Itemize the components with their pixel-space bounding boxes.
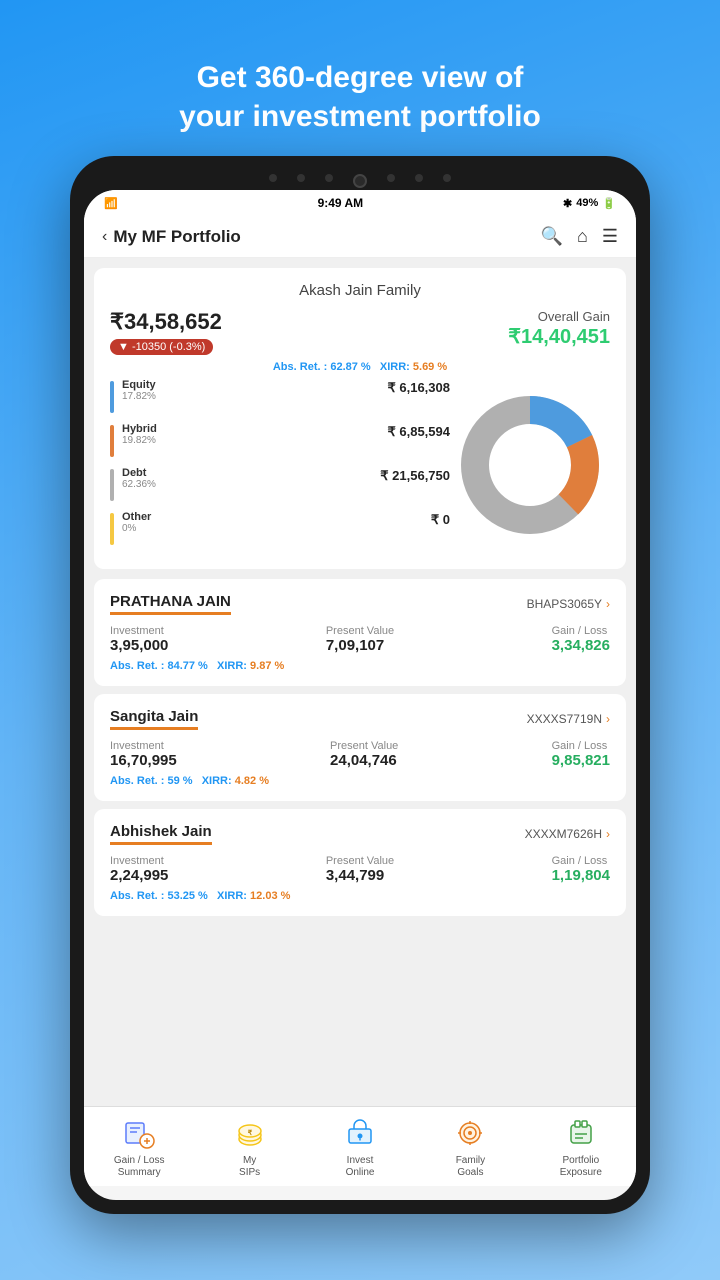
portfolio-abs-ret: Abs. Ret. : 62.87 % XIRR: 5.69 %: [110, 361, 610, 373]
person-3-name: Abhishek Jain: [110, 823, 212, 845]
alloc-equity-value: ₹ 6,16,308: [388, 380, 451, 395]
pv-value-1: 7,09,107: [326, 637, 394, 654]
battery-text: 49%: [576, 197, 598, 209]
header-text: Get 360-degree view ofyour investment po…: [70, 18, 650, 156]
pv-label-2: Present Value: [330, 740, 398, 752]
gl-value-2: 9,85,821: [552, 752, 610, 769]
bluetooth-icon: ✱: [563, 197, 572, 210]
gl-label-3: Gain / Loss: [552, 855, 610, 867]
alloc-other-value: ₹ 0: [431, 512, 450, 527]
investment-value-3: 2,24,995: [110, 867, 168, 884]
nav-gain-loss-label: Gain / LossSummary: [114, 1155, 165, 1179]
back-button[interactable]: ‹ My MF Portfolio: [102, 227, 241, 247]
nav-exposure[interactable]: PortfolioExposure: [526, 1115, 636, 1179]
nav-goals[interactable]: FamilyGoals: [415, 1115, 525, 1179]
overall-gain-label: Overall Gain: [508, 309, 610, 324]
investment-value-1: 3,95,000: [110, 637, 168, 654]
home-icon[interactable]: ⌂: [577, 226, 588, 247]
person-1-abs: Abs. Ret. : 84.77 % XIRR: 9.87 %: [110, 660, 610, 672]
svg-text:₹: ₹: [247, 1129, 252, 1137]
nav-gain-loss[interactable]: Gain / LossSummary: [84, 1115, 194, 1179]
alloc-other: Other 0% ₹ 0: [110, 511, 450, 545]
alloc-debt-label: Debt: [122, 467, 156, 479]
alloc-debt-pct: 62.36%: [122, 479, 156, 490]
menu-icon[interactable]: ☰: [602, 226, 618, 247]
person-1-name: PRATHANA JAIN: [110, 593, 231, 615]
wifi-icon: 📶: [104, 197, 118, 210]
person-3-abs: Abs. Ret. : 53.25 % XIRR: 12.03 %: [110, 890, 610, 902]
investment-value-2: 16,70,995: [110, 752, 177, 769]
alloc-other-pct: 0%: [122, 523, 151, 534]
top-bar: ‹ My MF Portfolio 🔍 ⌂ ☰: [84, 216, 636, 258]
alloc-debt: Debt 62.36% ₹ 21,56,750: [110, 467, 450, 501]
pv-value-2: 24,04,746: [330, 752, 398, 769]
chevron-right-icon-3[interactable]: ›: [606, 827, 610, 841]
nav-invest[interactable]: InvestOnline: [305, 1115, 415, 1179]
status-bar: 📶 9:49 AM ✱ 49% 🔋: [84, 190, 636, 216]
nav-sips[interactable]: ₹ MySIPs: [194, 1115, 304, 1179]
alloc-other-label: Other: [122, 511, 151, 523]
nav-goals-label: FamilyGoals: [456, 1155, 485, 1179]
time: 9:49 AM: [318, 196, 364, 210]
nav-exposure-label: PortfolioExposure: [560, 1155, 602, 1179]
gl-value-3: 1,19,804: [552, 867, 610, 884]
back-arrow-icon: ‹: [102, 228, 107, 246]
chevron-right-icon-2[interactable]: ›: [606, 712, 610, 726]
donut-chart: [450, 385, 610, 550]
portfolio-card: Akash Jain Family ₹34,58,652 ▼ -10350 (-…: [94, 268, 626, 569]
change-badge: ▼ -10350 (-0.3%): [110, 339, 213, 355]
alloc-hybrid: Hybrid 19.82% ₹ 6,85,594: [110, 423, 450, 457]
person-card-3: Abhishek Jain XXXXM7626H › Investment 2,…: [94, 809, 626, 916]
person-1-id: BHAPS3065Y ›: [527, 597, 610, 611]
person-2-name: Sangita Jain: [110, 708, 198, 730]
person-3-id: XXXXM7626H ›: [525, 827, 610, 841]
alloc-debt-value: ₹ 21,56,750: [380, 468, 450, 483]
page-title: My MF Portfolio: [113, 227, 240, 247]
person-2-abs: Abs. Ret. : 59 % XIRR: 4.82 %: [110, 775, 610, 787]
gl-value-1: 3,34,826: [552, 637, 610, 654]
alloc-hybrid-label: Hybrid: [122, 423, 157, 435]
person-card-2: Sangita Jain XXXXS7719N › Investment 16,…: [94, 694, 626, 801]
person-card-1: PRATHANA JAIN BHAPS3065Y › Investment 3,…: [94, 579, 626, 686]
person-2-id: XXXXS7719N ›: [527, 712, 610, 726]
total-amount: ₹34,58,652: [110, 309, 222, 335]
gl-label-2: Gain / Loss: [552, 740, 610, 752]
investment-label-2: Investment: [110, 740, 177, 752]
battery-icon: 🔋: [602, 197, 616, 210]
pv-label-1: Present Value: [326, 625, 394, 637]
pv-label-3: Present Value: [326, 855, 394, 867]
bottom-nav: Gain / LossSummary ₹ MySIPs: [84, 1106, 636, 1186]
alloc-equity-pct: 17.82%: [122, 391, 156, 402]
family-name: Akash Jain Family: [110, 282, 610, 299]
investment-label-3: Investment: [110, 855, 168, 867]
alloc-hybrid-value: ₹ 6,85,594: [388, 424, 451, 439]
phone-frame: 📶 9:49 AM ✱ 49% 🔋 ‹ My MF Portfolio 🔍 ⌂ …: [70, 156, 650, 1214]
investment-label-1: Investment: [110, 625, 168, 637]
gl-label-1: Gain / Loss: [552, 625, 610, 637]
alloc-equity-label: Equity: [122, 379, 156, 391]
chevron-right-icon-1[interactable]: ›: [606, 597, 610, 611]
nav-invest-label: InvestOnline: [346, 1155, 375, 1179]
overall-gain-amount: ₹14,40,451: [508, 324, 610, 349]
alloc-hybrid-pct: 19.82%: [122, 435, 157, 446]
search-icon[interactable]: 🔍: [541, 226, 563, 247]
alloc-equity: Equity 17.82% ₹ 6,16,308: [110, 379, 450, 413]
pv-value-3: 3,44,799: [326, 867, 394, 884]
nav-sips-label: MySIPs: [239, 1155, 260, 1179]
